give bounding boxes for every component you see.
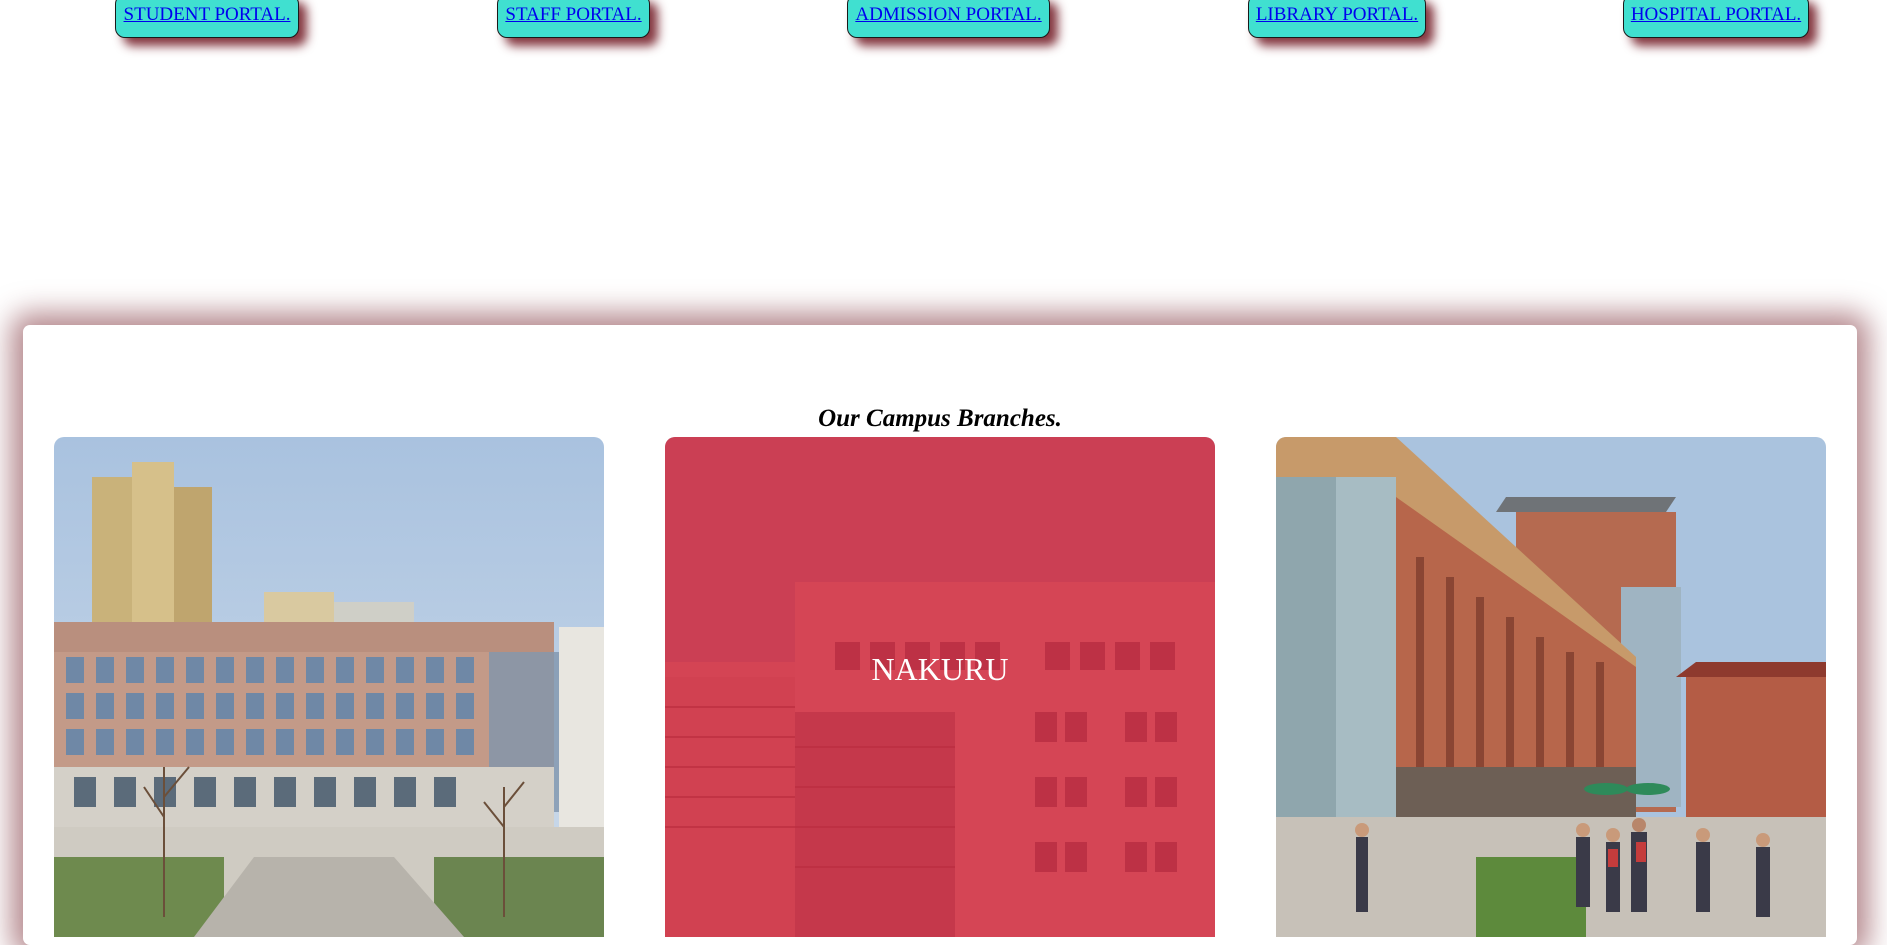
branch-label-nakuru: NAKURU <box>871 651 1009 687</box>
campus-building-image-3 <box>1276 437 1826 937</box>
branch-card-1[interactable] <box>54 437 604 937</box>
library-portal-link[interactable]: LIBRARY PORTAL. <box>1256 5 1418 24</box>
staff-portal-button[interactable]: STAFF PORTAL. <box>497 0 650 38</box>
branch-card-nakuru[interactable]: NAKURU <box>665 437 1215 937</box>
campus-building-image-1 <box>54 437 604 937</box>
branch-card-3[interactable] <box>1276 437 1826 937</box>
hospital-portal-button[interactable]: HOSPITAL PORTAL. <box>1623 0 1809 38</box>
staff-portal-link[interactable]: STAFF PORTAL. <box>505 5 641 24</box>
student-portal-button[interactable]: STUDENT PORTAL. <box>115 0 299 38</box>
campus-branches-title: Our Campus Branches. <box>818 405 1062 432</box>
portal-navigation: STUDENT PORTAL. STAFF PORTAL. ADMISSION … <box>0 0 1887 60</box>
library-portal-button[interactable]: LIBRARY PORTAL. <box>1248 0 1426 38</box>
admission-portal-button[interactable]: ADMISSION PORTAL. <box>847 0 1050 38</box>
student-portal-link[interactable]: STUDENT PORTAL. <box>124 5 291 24</box>
admission-portal-link[interactable]: ADMISSION PORTAL. <box>855 5 1041 24</box>
campus-branches-section: Our Campus Branches. NAKURU <box>23 325 1857 945</box>
hospital-portal-link[interactable]: HOSPITAL PORTAL. <box>1631 5 1801 24</box>
